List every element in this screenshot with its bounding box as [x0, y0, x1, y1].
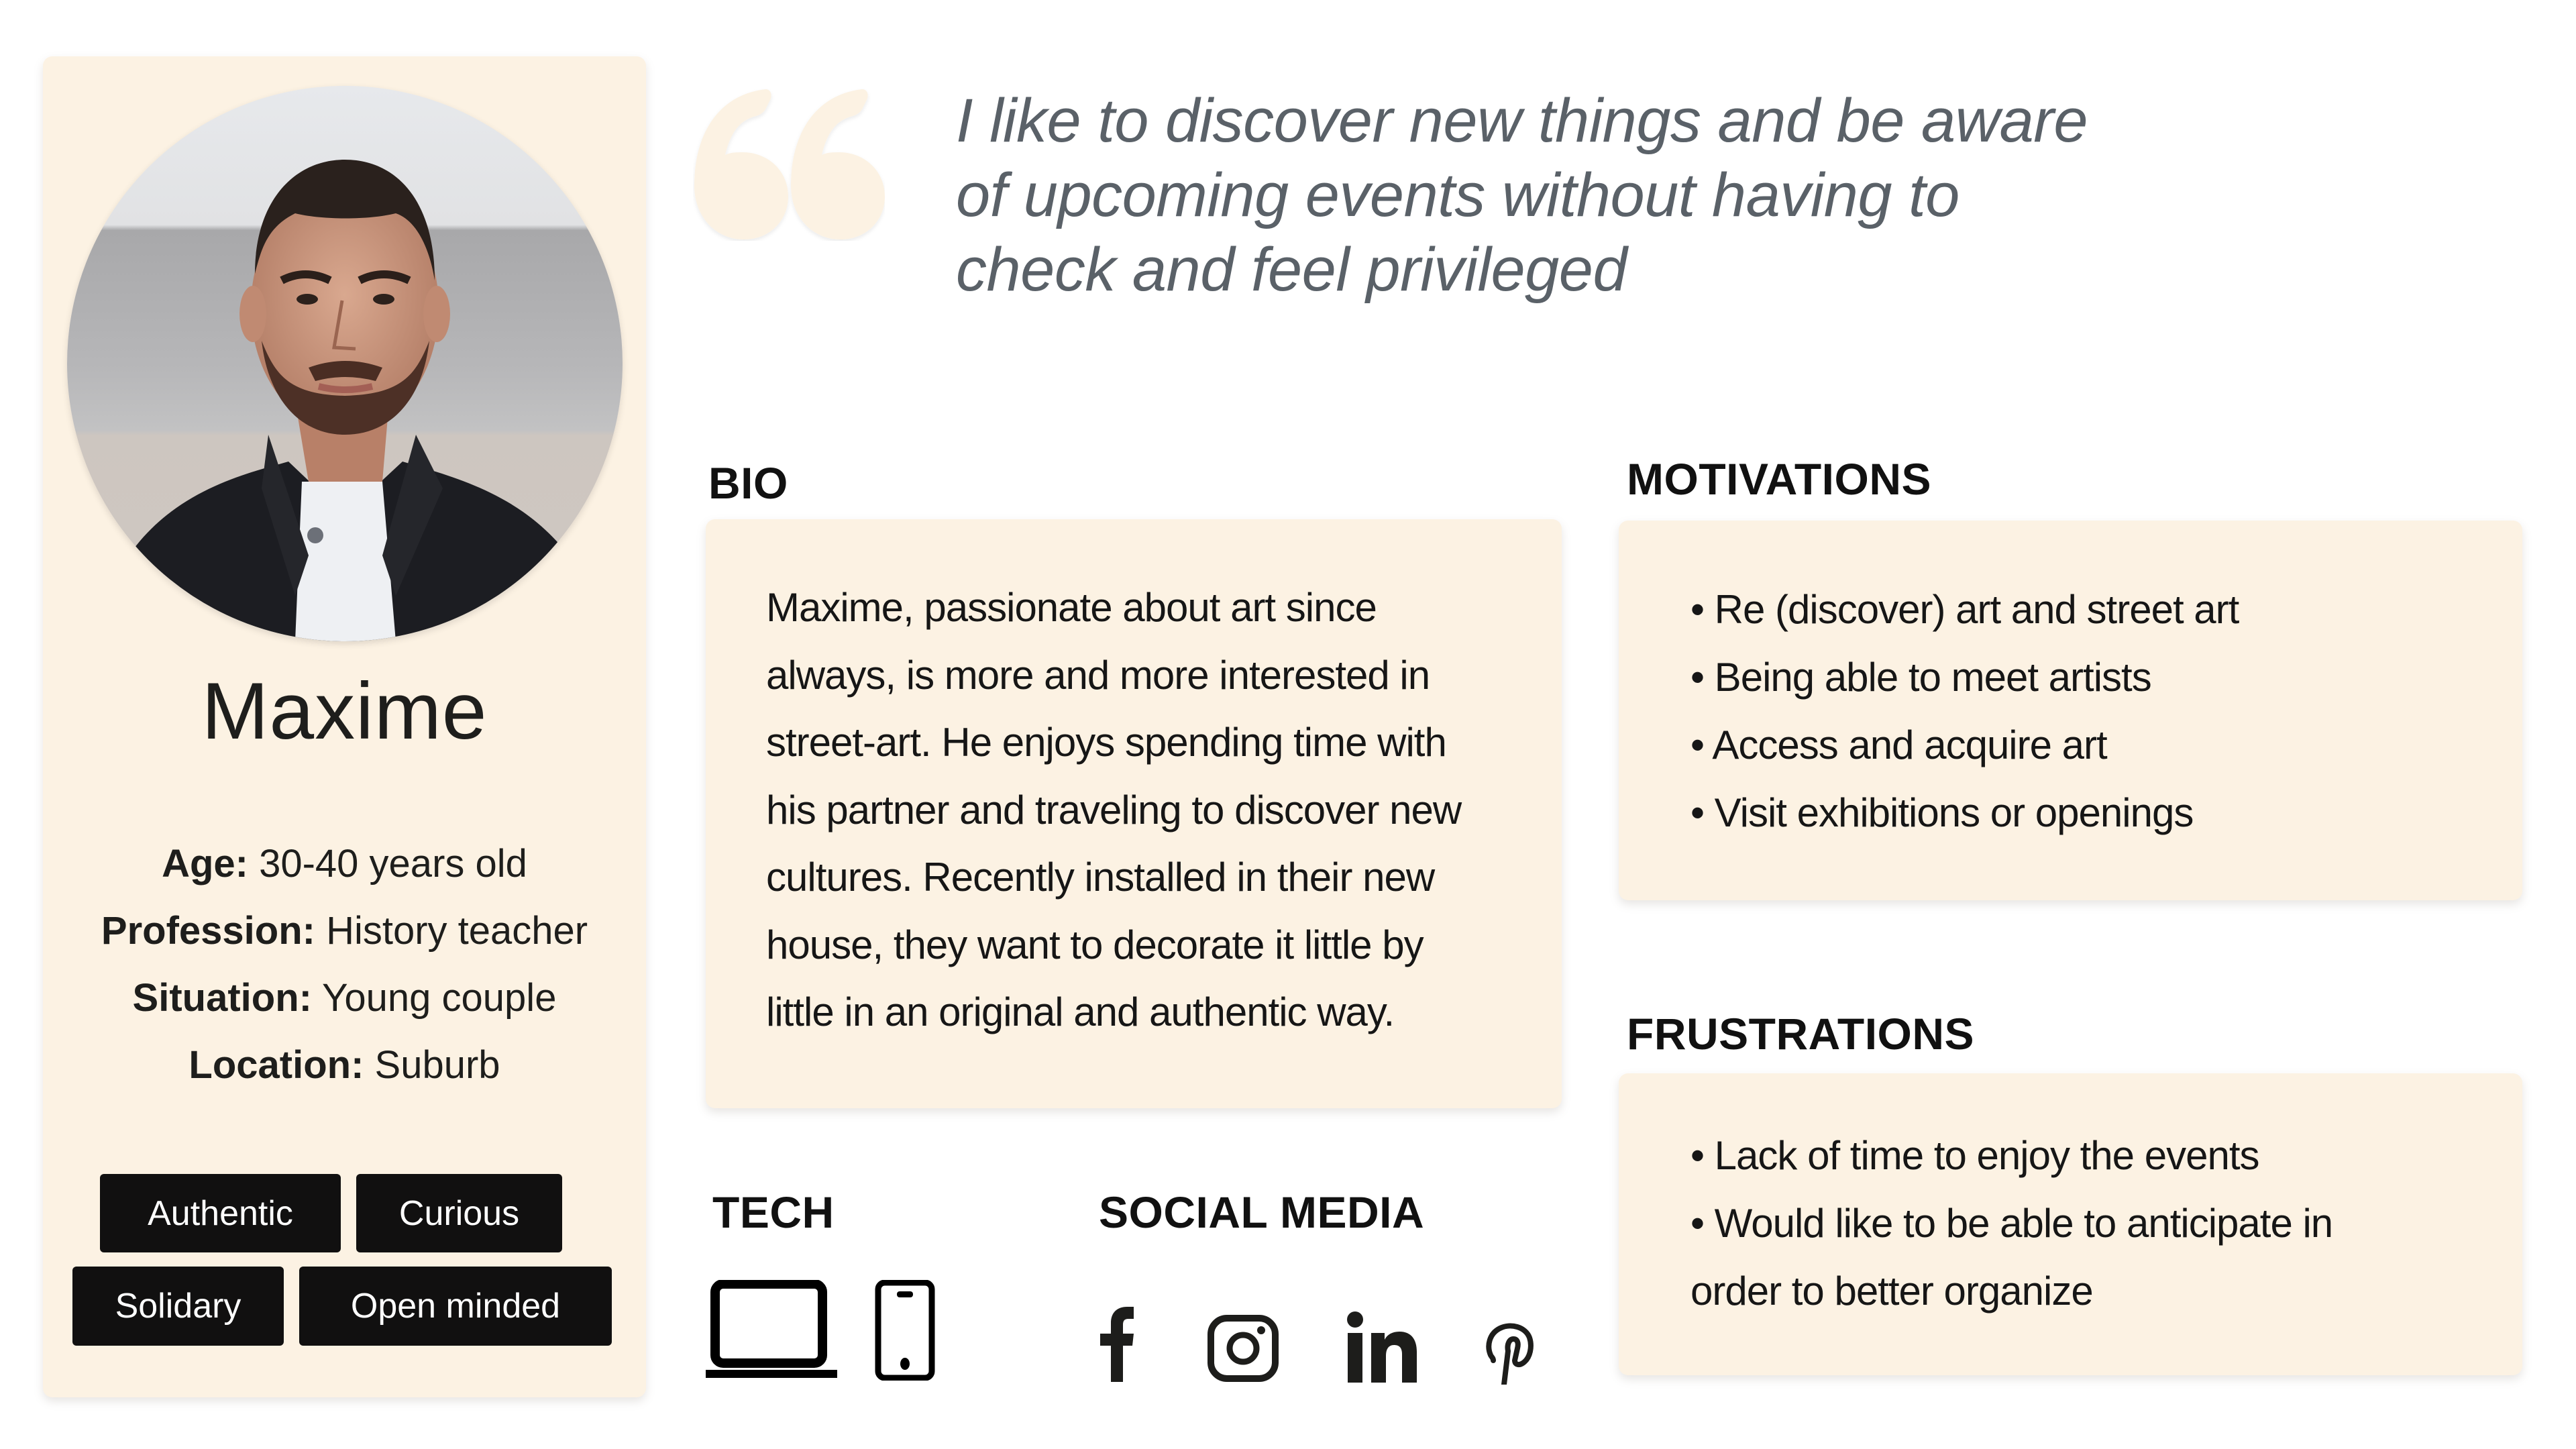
- persona-name: Maxime: [201, 666, 488, 756]
- frustrations-list: • Lack of time to enjoy the events • Wou…: [1690, 1122, 2333, 1325]
- quote-line: check and feel privileged: [956, 235, 1627, 304]
- detail-location: Location: Suburb: [43, 1032, 646, 1099]
- quote-line: I like to discover new things and be awa…: [956, 87, 2088, 155]
- detail-label: Location:: [189, 1043, 364, 1087]
- quote-line: of upcoming events without having to: [956, 161, 1960, 229]
- bio-line: always, is more and more interested in: [766, 652, 1430, 698]
- list-item: • Would like to be able to anticipate in: [1690, 1201, 2333, 1246]
- motivations-list: • Re (discover) art and street art • Bei…: [1690, 576, 2239, 847]
- laptop-icon: [706, 1280, 837, 1378]
- bio-heading: BIO: [708, 458, 788, 508]
- detail-value: Suburb: [374, 1043, 500, 1087]
- detail-value: History teacher: [326, 909, 588, 953]
- detail-value: 30-40 years old: [259, 842, 527, 885]
- bio-line: house, they want to decorate it little b…: [766, 922, 1424, 967]
- social-media-heading: SOCIAL MEDIA: [1099, 1187, 1425, 1237]
- detail-situation: Situation: Young couple: [43, 965, 646, 1032]
- instagram-icon[interactable]: [1208, 1315, 1279, 1382]
- smartphone-icon: [875, 1280, 935, 1381]
- facebook-icon[interactable]: [1093, 1307, 1142, 1382]
- list-item: • Visit exhibitions or openings: [1690, 790, 2194, 835]
- bio-line: cultures. Recently installed in their ne…: [766, 855, 1435, 900]
- detail-value: Young couple: [322, 976, 557, 1020]
- list-item: • Access and acquire art: [1690, 722, 2108, 767]
- avatar-photo: [67, 86, 623, 641]
- quote-mark-icon: [694, 89, 885, 239]
- persona-quote: I like to discover new things and be awa…: [956, 84, 2499, 307]
- persona-details: Age: 30-40 years old Profession: History…: [43, 830, 646, 1099]
- bio-line: street-art. He enjoys spending time with: [766, 720, 1447, 765]
- trait-tag-solidary: Solidary: [72, 1267, 284, 1346]
- linkedin-icon[interactable]: [1346, 1311, 1419, 1383]
- bio-line: his partner and traveling to discover ne…: [766, 787, 1462, 833]
- list-item: order to better organize: [1690, 1269, 2094, 1313]
- list-item: • Being able to meet artists: [1690, 655, 2152, 700]
- list-item: • Lack of time to enjoy the events: [1690, 1133, 2259, 1178]
- bio-line: little in an original and authentic way.: [766, 989, 1395, 1034]
- pinterest-icon[interactable]: [1484, 1322, 1540, 1385]
- portrait-image: [67, 86, 623, 641]
- detail-age: Age: 30-40 years old: [43, 830, 646, 898]
- detail-profession: Profession: History teacher: [43, 898, 646, 965]
- trait-tag-open-minded: Open minded: [299, 1267, 612, 1346]
- list-item: • Re (discover) art and street art: [1690, 587, 2239, 632]
- frustrations-heading: FRUSTRATIONS: [1627, 1009, 1975, 1059]
- trait-tag-authentic: Authentic: [100, 1174, 341, 1252]
- bio-line: Maxime, passionate about art since: [766, 585, 1377, 630]
- bio-text: Maxime, passionate about art since alway…: [766, 574, 1551, 1046]
- detail-label: Profession:: [101, 909, 315, 953]
- trait-tag-curious: Curious: [356, 1174, 562, 1252]
- detail-label: Age:: [162, 842, 248, 885]
- detail-label: Situation:: [132, 976, 312, 1020]
- motivations-heading: MOTIVATIONS: [1627, 454, 1932, 504]
- tech-heading: TECH: [712, 1187, 835, 1237]
